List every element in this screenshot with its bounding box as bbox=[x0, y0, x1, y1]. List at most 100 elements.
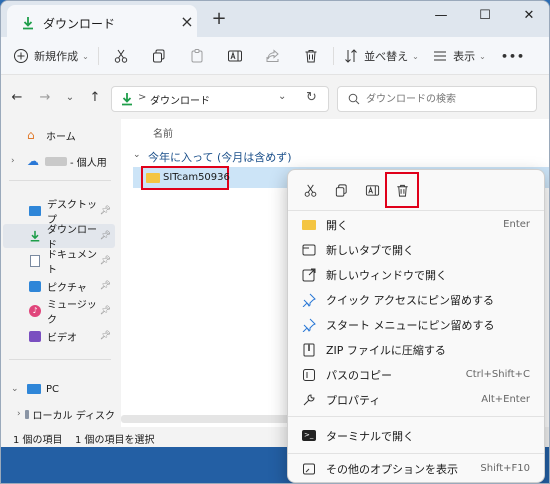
sidebar-item-documents[interactable]: ドキュメント 📌︎ bbox=[3, 249, 115, 276]
view-button[interactable]: 表示 ⌄ bbox=[429, 37, 489, 75]
pin-icon[interactable]: 📌︎ bbox=[100, 231, 111, 241]
new-tab-icon bbox=[300, 241, 318, 259]
recent-chevron-icon[interactable]: ⌄ bbox=[63, 90, 77, 106]
copy-button[interactable] bbox=[147, 37, 171, 75]
sidebar-item-home[interactable]: ⌂ ホーム bbox=[3, 123, 115, 147]
sidebar-item-onedrive[interactable]: › ☁ - 個人用 bbox=[3, 149, 115, 173]
group-chevron-icon[interactable]: ⌄ bbox=[133, 150, 141, 160]
sidebar-item-label: - 個人用 bbox=[70, 157, 107, 169]
new-label: 新規作成 bbox=[34, 50, 79, 63]
tab-downloads[interactable]: ダウンロード × bbox=[7, 5, 197, 37]
close-window-button[interactable]: ✕ bbox=[507, 1, 549, 31]
horizontal-scrollbar[interactable] bbox=[121, 415, 291, 423]
sidebar-item-downloads[interactable]: ダウンロード 📌︎ bbox=[3, 224, 115, 251]
sidebar-item-desktop[interactable]: デスクトップ 📌︎ bbox=[3, 199, 115, 226]
chevron-down-icon: ⌄ bbox=[82, 51, 89, 61]
forward-arrow-icon[interactable]: → bbox=[37, 90, 53, 106]
share-icon bbox=[266, 49, 279, 62]
menu-item-open-terminal[interactable]: >_ ターミナルで開く bbox=[296, 423, 538, 448]
group-header[interactable]: 今年に入って (今月は含めず) bbox=[148, 149, 292, 165]
sidebar-item-label: ビデオ bbox=[47, 332, 77, 344]
chevron-down-icon[interactable]: ⌄ bbox=[278, 91, 286, 102]
cloud-icon: ☁ bbox=[27, 154, 39, 168]
back-arrow-icon[interactable]: ← bbox=[9, 90, 25, 106]
search-box[interactable] bbox=[337, 86, 537, 112]
menu-item-copy-path[interactable]: パスのコピー Ctrl+Shift+C bbox=[296, 362, 538, 387]
download-icon bbox=[30, 230, 40, 242]
search-input[interactable] bbox=[366, 89, 526, 109]
copy-icon bbox=[335, 183, 347, 197]
drive-icon bbox=[24, 409, 29, 419]
search-icon bbox=[348, 93, 360, 105]
menu-item-more-options[interactable]: その他のオプションを表示 Shift+F10 bbox=[296, 456, 538, 481]
menu-item-compress-zip[interactable]: ZIP ファイルに圧縮する bbox=[296, 337, 538, 362]
copy-menu-button[interactable] bbox=[329, 178, 353, 202]
new-button[interactable]: 新規作成 ⌄ bbox=[11, 37, 91, 75]
chevron-right-icon[interactable]: › bbox=[11, 156, 21, 166]
menu-item-pin-start[interactable]: スタート メニューにピン留めする bbox=[296, 312, 538, 337]
chevron-down-icon: ⌄ bbox=[412, 51, 419, 61]
address-bar[interactable]: > ダウンロード ⌄ ↻ bbox=[111, 86, 329, 112]
copy-path-icon bbox=[300, 366, 318, 384]
refresh-icon[interactable]: ↻ bbox=[306, 90, 317, 105]
pin-icon[interactable]: 📌︎ bbox=[100, 206, 111, 216]
menu-item-open-new-window[interactable]: 新しいウィンドウで開く bbox=[296, 262, 538, 287]
sidebar-item-label: ホーム bbox=[46, 131, 76, 143]
scissors-icon bbox=[304, 184, 316, 197]
up-arrow-icon[interactable]: ↑ bbox=[87, 90, 103, 106]
pin-icon bbox=[300, 316, 318, 334]
rename-menu-button[interactable] bbox=[360, 178, 384, 202]
menu-item-label: パスのコピー bbox=[326, 368, 392, 382]
menu-item-open[interactable]: 開く Enter bbox=[296, 212, 538, 237]
menu-item-pin-quick-access[interactable]: クイック アクセスにピン留めする bbox=[296, 287, 538, 312]
more-options-icon bbox=[300, 460, 318, 478]
minimize-button[interactable]: — bbox=[419, 1, 463, 31]
divider bbox=[98, 47, 99, 65]
sort-label: 並べ替え bbox=[364, 50, 409, 63]
new-window-icon bbox=[300, 266, 318, 284]
menu-divider bbox=[288, 210, 544, 211]
sidebar-item-music[interactable]: ♪ ミュージック 📌︎ bbox=[3, 299, 115, 326]
rename-button[interactable] bbox=[223, 37, 247, 75]
menu-item-properties[interactable]: プロパティ Alt+Enter bbox=[296, 387, 538, 412]
divider bbox=[9, 359, 111, 360]
share-button[interactable] bbox=[261, 37, 285, 75]
column-header-name[interactable]: 名前 bbox=[153, 125, 173, 140]
pin-icon[interactable]: 📌︎ bbox=[100, 281, 111, 291]
breadcrumb-item[interactable]: ダウンロード bbox=[150, 92, 210, 107]
more-options-button[interactable]: ••• bbox=[501, 37, 525, 75]
delete-button[interactable] bbox=[299, 37, 323, 75]
delete-menu-button[interactable] bbox=[390, 178, 414, 202]
copy-icon bbox=[153, 49, 165, 63]
sort-icon bbox=[345, 49, 357, 63]
sidebar-item-label: ミュージック bbox=[47, 300, 97, 326]
computer-icon bbox=[27, 384, 41, 394]
file-name[interactable]: SITcam50936 bbox=[163, 172, 230, 183]
chevron-right-icon[interactable]: › bbox=[17, 409, 21, 419]
chevron-down-icon[interactable]: ⌄ bbox=[11, 384, 21, 394]
cut-button[interactable] bbox=[109, 37, 133, 75]
new-tab-button[interactable]: + bbox=[207, 7, 231, 31]
navigation-pane: ⌂ ホーム › ☁ - 個人用 デスクトップ 📌︎ ダウンロード 📌︎ ドキュメ… bbox=[1, 119, 119, 427]
pin-icon[interactable]: 📌︎ bbox=[100, 306, 111, 316]
pin-icon[interactable]: 📌︎ bbox=[100, 256, 111, 266]
maximize-button[interactable]: ☐ bbox=[463, 1, 507, 31]
context-menu: 開く Enter 新しいタブで開く 新しいウィンドウで開く クイック アクセスに… bbox=[287, 169, 545, 483]
sidebar-item-pictures[interactable]: ピクチャ 📌︎ bbox=[3, 274, 115, 298]
divider bbox=[333, 47, 334, 65]
sidebar-item-local-disk[interactable]: › ローカル ディスク bbox=[3, 402, 115, 426]
cut-menu-button[interactable] bbox=[298, 178, 322, 202]
pin-icon[interactable]: 📌︎ bbox=[100, 331, 111, 341]
tab-close-button[interactable]: × bbox=[177, 12, 197, 32]
sort-button[interactable]: 並べ替え ⌄ bbox=[343, 37, 419, 75]
clipboard-icon bbox=[191, 49, 203, 63]
sidebar-item-label: PC bbox=[46, 383, 60, 395]
menu-item-open-new-tab[interactable]: 新しいタブで開く bbox=[296, 237, 538, 262]
desktop-icon bbox=[29, 206, 41, 216]
menu-item-label: スタート メニューにピン留めする bbox=[326, 318, 495, 332]
sidebar-item-videos[interactable]: ビデオ 📌︎ bbox=[3, 324, 115, 348]
sidebar-item-pc[interactable]: ⌄ PC bbox=[3, 377, 115, 401]
paste-button[interactable] bbox=[185, 37, 209, 75]
view-list-icon bbox=[434, 51, 447, 61]
scissors-icon bbox=[114, 49, 128, 63]
